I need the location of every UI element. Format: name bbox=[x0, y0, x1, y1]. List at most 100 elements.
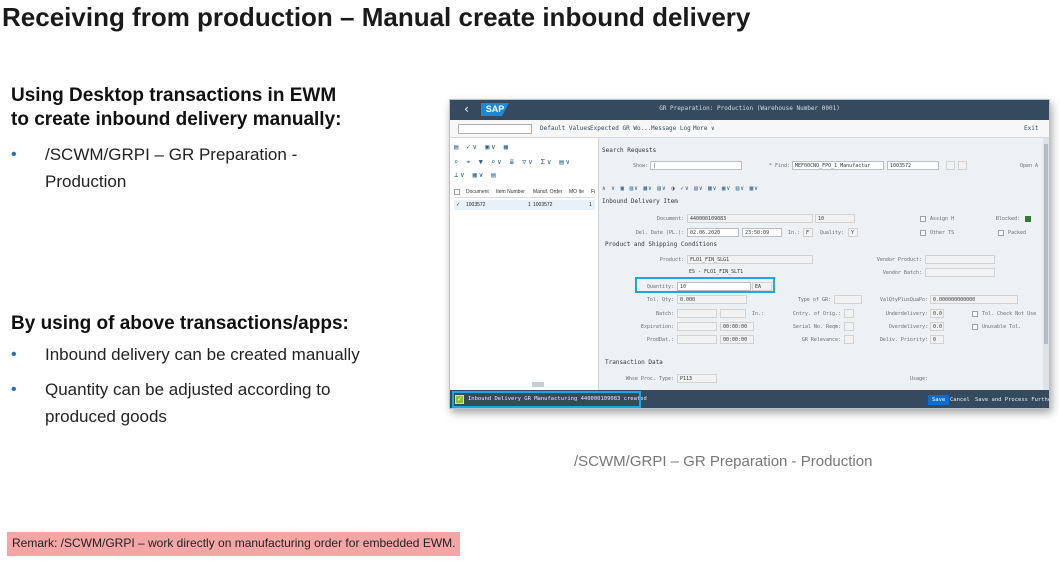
packed-label: Packed bbox=[1008, 230, 1027, 236]
default-values-button[interactable]: Default Values bbox=[540, 125, 591, 132]
multi-select-icon[interactable] bbox=[958, 161, 967, 170]
sap-screenshot: ‹ SAP GR Preparation: Production (Wareho… bbox=[449, 99, 1050, 409]
batch-field bbox=[677, 309, 717, 318]
scrollbar-thumb[interactable] bbox=[1044, 144, 1048, 344]
more-menu[interactable]: More ∨ bbox=[693, 125, 715, 132]
gr-relevance-field bbox=[844, 335, 854, 344]
quality-label: Quality: bbox=[819, 230, 844, 236]
assign-label: Assign H bbox=[930, 216, 955, 222]
inbound-delivery-item-heading: Inbound Delivery Item bbox=[602, 198, 678, 205]
show-dropdown[interactable]: | bbox=[650, 161, 742, 170]
list-header: Document Item Number Manuf. Order MO Ite… bbox=[454, 187, 595, 198]
screenshot-caption: /SCWM/GRPI – GR Preparation - Production bbox=[574, 453, 873, 470]
transaction-data-heading: Transaction Data bbox=[605, 359, 663, 366]
vertical-scrollbar[interactable] bbox=[1043, 138, 1049, 390]
batch-extra-field bbox=[720, 309, 746, 318]
window-title: GR Preparation: Production (Warehouse Nu… bbox=[659, 105, 840, 112]
bullet-text: /SCWM/GRPI – GR Preparation - Production bbox=[45, 145, 298, 191]
list-export-icons[interactable]: ⊥∨ ▦∨ ▤ bbox=[454, 171, 498, 179]
vendor-product-field bbox=[925, 255, 995, 264]
usage-label: Usage: bbox=[909, 376, 928, 382]
document-field: 440000109083 bbox=[687, 214, 813, 223]
slide-title: Receiving from production – Manual creat… bbox=[2, 2, 751, 32]
column-header[interactable]: Manuf. Order bbox=[533, 189, 562, 195]
product-field: FLO1_FIN_SLG1 bbox=[687, 255, 813, 264]
whse-proc-type-field: P113 bbox=[677, 374, 717, 383]
list-toolbar-icons[interactable]: ▤ ✓∨ ▣∨ ▦ bbox=[454, 143, 510, 151]
search-requests-heading: Search Requests bbox=[602, 147, 657, 154]
cell-item: 1 bbox=[528, 202, 531, 208]
app-toolbar: Default Values Expected GR Wo... Message… bbox=[450, 120, 1049, 138]
find-input[interactable]: 1003572 bbox=[887, 161, 939, 170]
other-ts-checkbox[interactable] bbox=[920, 230, 926, 236]
tol-check-checkbox[interactable] bbox=[972, 311, 978, 317]
other-ts-label: Other TS bbox=[930, 230, 955, 236]
deliv-priority-label: Deliv. Priority: bbox=[879, 337, 928, 343]
blocked-status-icon bbox=[1025, 216, 1031, 222]
overdelivery-field: 0.0 bbox=[930, 322, 944, 331]
unusable-tol-label: Unusable Tol. bbox=[982, 324, 1022, 330]
in-field: F bbox=[803, 228, 813, 237]
gr-relevance-label: GR Relevance: bbox=[801, 337, 841, 343]
column-header[interactable]: Document bbox=[466, 189, 489, 195]
expiration-time-field: 00:00:00 bbox=[720, 322, 754, 331]
overdelivery-label: Overdelivery: bbox=[888, 324, 928, 330]
expected-gr-button[interactable]: Expected GR Wo... bbox=[590, 125, 651, 132]
assign-checkbox[interactable] bbox=[920, 216, 926, 222]
cell-mo-item: 1 bbox=[589, 202, 592, 208]
sap-shell-bar: ‹ SAP GR Preparation: Production (Wareho… bbox=[450, 100, 1049, 120]
horizontal-scrollbar[interactable] bbox=[532, 382, 544, 387]
column-header[interactable]: Item Number bbox=[496, 189, 525, 195]
type-of-gr-label: Type of GR: bbox=[797, 297, 831, 303]
in2-label: In.: bbox=[751, 311, 764, 317]
row-check-icon: ✓ bbox=[456, 202, 461, 208]
bullet-text: Inbound delivery can be created manually bbox=[45, 345, 360, 364]
valqty-field: 0.000000000000 bbox=[930, 295, 1018, 304]
quality-field: Y bbox=[848, 228, 858, 237]
bullet-marker: • bbox=[11, 146, 17, 163]
blocked-label: Blocked: bbox=[995, 216, 1020, 222]
country-origin-label: Cntry. of Orig.: bbox=[792, 311, 841, 317]
tol-qty-label: Tol. Qty: bbox=[646, 297, 674, 303]
del-time-field[interactable]: 23:50:09 bbox=[742, 228, 782, 237]
save-process-button[interactable]: Save and Process Further bbox=[975, 395, 1049, 405]
message-log-button[interactable]: Message Log bbox=[651, 125, 691, 132]
detail-pane: Search Requests Show: | * Find: MEF00CNO… bbox=[600, 138, 1049, 390]
list-filter-icons[interactable]: ⌕ ⌖ ▼ ⌕∨ ≣ ▽∨ Σ∨ ▤∨ bbox=[454, 158, 572, 167]
packed-checkbox[interactable] bbox=[998, 230, 1004, 236]
underdelivery-label: Underdelivery: bbox=[885, 311, 928, 317]
item-number-field: 10 bbox=[815, 214, 855, 223]
bullet-marker: • bbox=[11, 381, 17, 398]
find-label: * Find: bbox=[768, 163, 790, 169]
valqty-label: ValQtyPlusQuaPo: bbox=[879, 297, 928, 303]
del-date-label: Del. Date (PL.): bbox=[635, 230, 684, 236]
status-bar: ✓ Inbound Delivery GR Manufacturing 4400… bbox=[450, 390, 1049, 408]
table-row[interactable]: ✓ 1003572 1 1003572 1 bbox=[454, 200, 595, 210]
column-header[interactable]: MO Ite bbox=[569, 189, 584, 195]
status-highlight bbox=[452, 391, 641, 408]
del-date-field[interactable]: 02.06.2020 bbox=[687, 228, 739, 237]
exit-button[interactable]: Exit bbox=[1024, 125, 1038, 132]
prod-date-label: ProdDat.: bbox=[646, 337, 674, 343]
section2-heading: By using of above transactions/apps: bbox=[11, 313, 349, 334]
product-label: Product: bbox=[659, 257, 684, 263]
product-shipping-heading: Product and Shipping Conditions bbox=[605, 241, 717, 248]
batch-label: Batch: bbox=[655, 311, 674, 317]
remark-note: Remark: /SCWM/GRPI – work directly on ma… bbox=[7, 532, 461, 556]
section1-heading-line1: Using Desktop transactions in EWM bbox=[11, 85, 337, 106]
vendor-batch-label: Vendor Batch: bbox=[882, 270, 922, 276]
item-toolbar-icons[interactable]: ∧ ∨ ▣ ▤∨ ▦∨ ▤∨ ◑ ✓∨ ▤∨ ▦∨ ▣∨ ▤∨ ▦∨ bbox=[602, 185, 759, 192]
deliv-priority-field: 0 bbox=[930, 335, 944, 344]
bullet-marker: • bbox=[11, 346, 17, 363]
column-header[interactable]: Fi bbox=[591, 189, 595, 195]
unusable-tol-checkbox[interactable] bbox=[972, 324, 978, 330]
select-all-checkbox[interactable] bbox=[454, 189, 460, 195]
whse-proc-type-label: Whse Proc. Type: bbox=[625, 376, 674, 382]
command-field[interactable] bbox=[458, 124, 532, 134]
search-icon[interactable] bbox=[946, 161, 955, 170]
product-description: ES - FLO1_FIN_SLT1 bbox=[689, 269, 744, 275]
save-button[interactable]: Save bbox=[928, 395, 950, 405]
vendor-batch-field bbox=[925, 268, 995, 277]
find-dropdown[interactable]: MEF00CNO_FPO_1 Manufactur bbox=[792, 161, 884, 170]
cancel-button[interactable]: Cancel bbox=[950, 395, 970, 405]
